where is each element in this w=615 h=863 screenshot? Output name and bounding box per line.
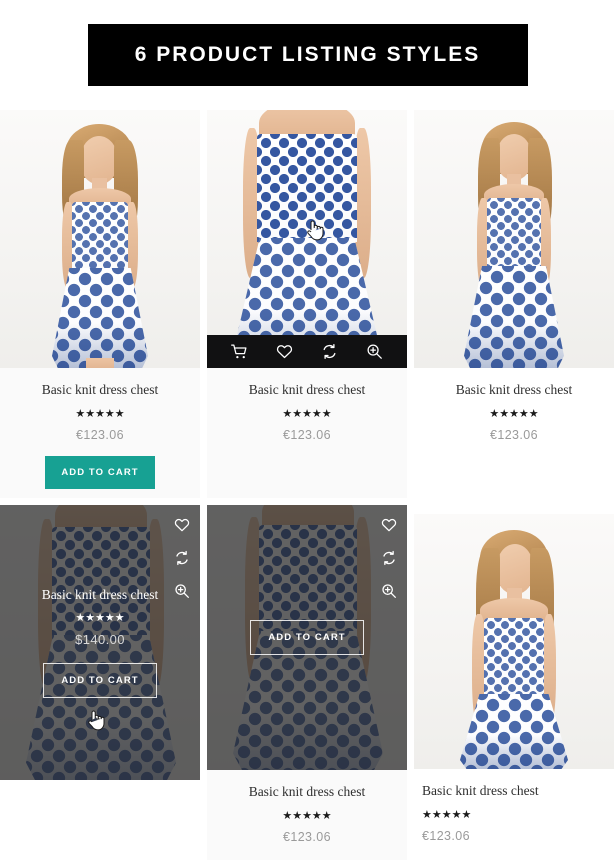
product-price: €123.06 bbox=[283, 830, 331, 844]
heart-icon[interactable] bbox=[276, 343, 293, 360]
product-info-5: Basic knit dress chest ★★★★★ €123.06 bbox=[207, 770, 407, 860]
overlay-cta-5: ADD TO CART bbox=[207, 505, 407, 770]
pointer-hand-cursor bbox=[88, 710, 105, 731]
product-info-2: Basic knit dress chest ★★★★★ €123.06 bbox=[207, 368, 407, 458]
heart-icon[interactable] bbox=[174, 517, 190, 533]
product-title: Basic knit dress chest bbox=[41, 382, 159, 397]
product-info-1: Basic knit dress chest ★★★★★ €123.06 ADD… bbox=[0, 368, 200, 498]
hover-action-bar[interactable] bbox=[207, 335, 407, 368]
product-title: Basic knit dress chest bbox=[41, 587, 159, 602]
product-card-style-1[interactable]: Basic knit dress chest ★★★★★ €123.06 ADD… bbox=[0, 110, 200, 498]
overlay-product-info-4: Basic knit dress chest ★★★★★ $140.00 ADD… bbox=[0, 505, 200, 780]
product-image-3[interactable] bbox=[414, 110, 614, 368]
rating-stars: ★★★★★ bbox=[75, 612, 125, 624]
rating-stars: ★★★★★ bbox=[282, 810, 332, 822]
product-title: Basic knit dress chest bbox=[248, 382, 366, 397]
product-card-style-3[interactable]: Basic knit dress chest ★★★★★ €123.06 bbox=[414, 110, 614, 498]
compare-icon[interactable] bbox=[381, 550, 397, 566]
product-price: €123.06 bbox=[283, 428, 331, 442]
product-image-6[interactable] bbox=[414, 514, 614, 769]
rating-stars: ★★★★★ bbox=[489, 408, 539, 420]
side-action-icons[interactable] bbox=[174, 517, 190, 599]
product-image-2[interactable] bbox=[207, 110, 407, 368]
rating-stars: ★★★★★ bbox=[282, 408, 332, 420]
product-grid-row-2: Basic knit dress chest ★★★★★ $140.00 ADD… bbox=[0, 505, 615, 860]
rating-stars: ★★★★★ bbox=[75, 408, 125, 420]
product-title: Basic knit dress chest bbox=[422, 783, 539, 798]
product-price: $140.00 bbox=[75, 632, 125, 647]
product-info-6: Basic knit dress chest ★★★★★ €123.06 bbox=[414, 769, 614, 859]
product-card-style-5[interactable]: ADD TO CART Basic knit dress chest ★★★★★… bbox=[207, 505, 407, 860]
product-title: Basic knit dress chest bbox=[455, 382, 573, 397]
product-image-4[interactable]: Basic knit dress chest ★★★★★ $140.00 ADD… bbox=[0, 505, 200, 780]
product-card-style-4[interactable]: Basic knit dress chest ★★★★★ $140.00 ADD… bbox=[0, 505, 200, 780]
product-price: €123.06 bbox=[422, 829, 470, 843]
compare-icon[interactable] bbox=[321, 343, 338, 360]
add-to-cart-button[interactable]: ADD TO CART bbox=[45, 456, 155, 489]
page-title: 6 PRODUCT LISTING STYLES bbox=[134, 43, 481, 66]
rating-stars: ★★★★★ bbox=[422, 809, 472, 821]
zoom-in-icon[interactable] bbox=[381, 583, 397, 599]
product-grid-row-1: Basic knit dress chest ★★★★★ €123.06 ADD… bbox=[0, 110, 615, 498]
add-to-cart-button[interactable]: ADD TO CART bbox=[250, 620, 364, 655]
zoom-in-icon[interactable] bbox=[366, 343, 383, 360]
cart-icon[interactable] bbox=[231, 343, 248, 360]
product-image-5[interactable]: ADD TO CART bbox=[207, 505, 407, 770]
product-price: €123.06 bbox=[490, 428, 538, 442]
product-card-style-2[interactable]: Basic knit dress chest ★★★★★ €123.06 bbox=[207, 110, 407, 498]
product-price: €123.06 bbox=[76, 428, 124, 442]
product-title: Basic knit dress chest bbox=[248, 784, 366, 799]
pointer-hand-cursor bbox=[307, 220, 324, 241]
product-image-1[interactable] bbox=[0, 110, 200, 368]
add-to-cart-button[interactable]: ADD TO CART bbox=[43, 663, 157, 698]
header-banner: 6 PRODUCT LISTING STYLES bbox=[87, 24, 528, 86]
compare-icon[interactable] bbox=[174, 550, 190, 566]
heart-icon[interactable] bbox=[381, 517, 397, 533]
page-header: 6 PRODUCT LISTING STYLES bbox=[0, 0, 615, 110]
product-info-3: Basic knit dress chest ★★★★★ €123.06 bbox=[414, 368, 614, 458]
side-action-icons[interactable] bbox=[381, 517, 397, 599]
product-card-style-6[interactable]: Basic knit dress chest ★★★★★ €123.06 bbox=[414, 505, 614, 860]
zoom-in-icon[interactable] bbox=[174, 583, 190, 599]
